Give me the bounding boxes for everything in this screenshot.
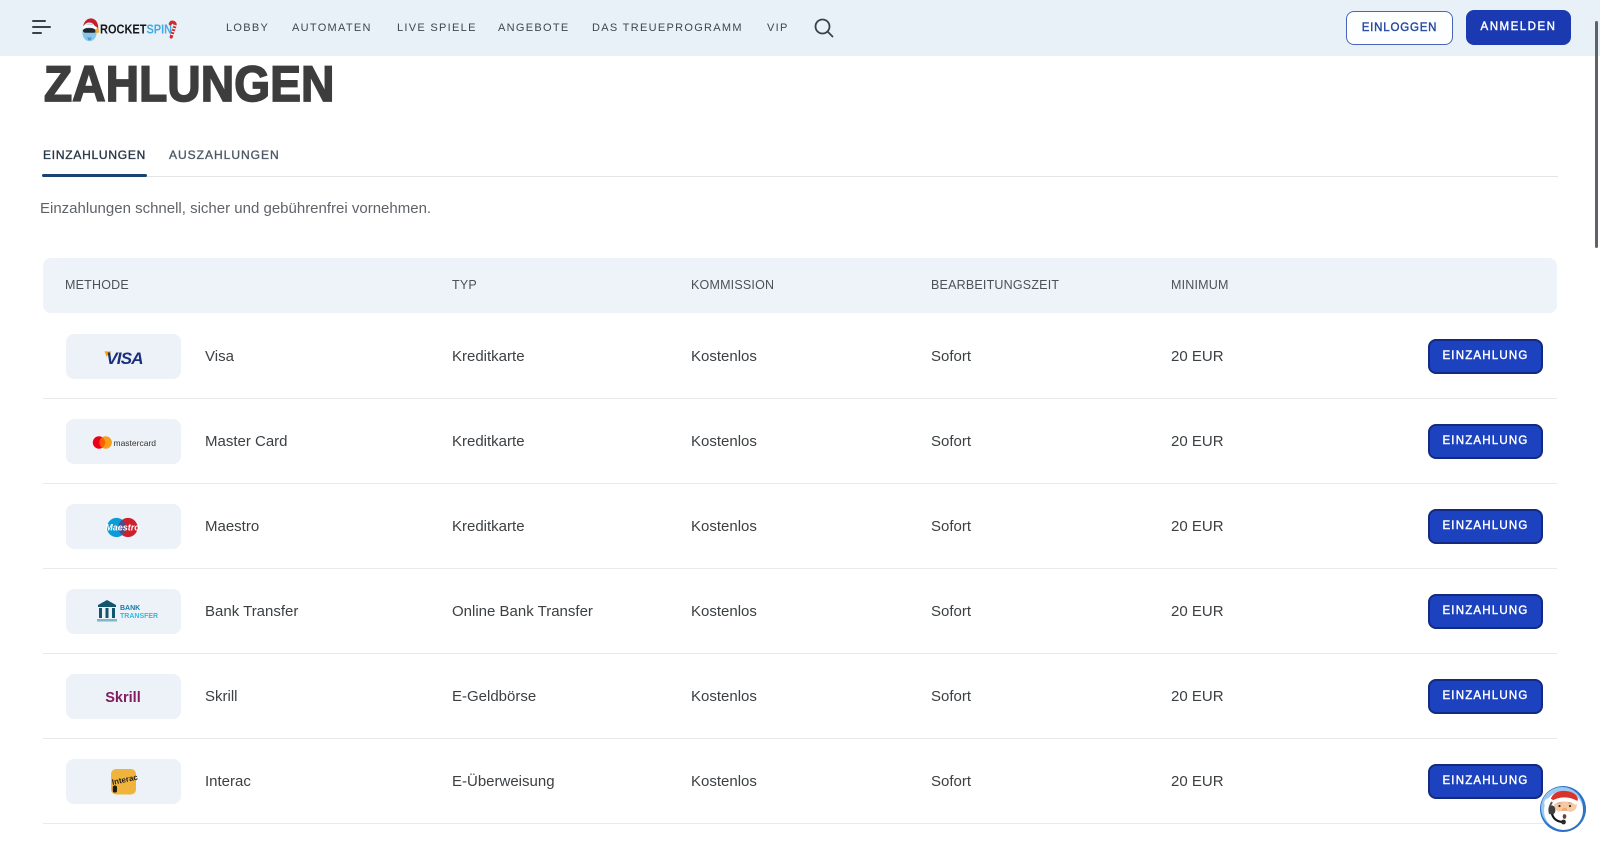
svg-text:VISA: VISA [106, 349, 143, 368]
svg-text:Maestro: Maestro [105, 522, 140, 532]
svg-text:Skrill: Skrill [105, 690, 140, 706]
svg-text:mastercard: mastercard [114, 437, 157, 447]
svg-text:TRANSFER: TRANSFER [120, 613, 158, 620]
svg-text:BANK: BANK [120, 605, 140, 612]
